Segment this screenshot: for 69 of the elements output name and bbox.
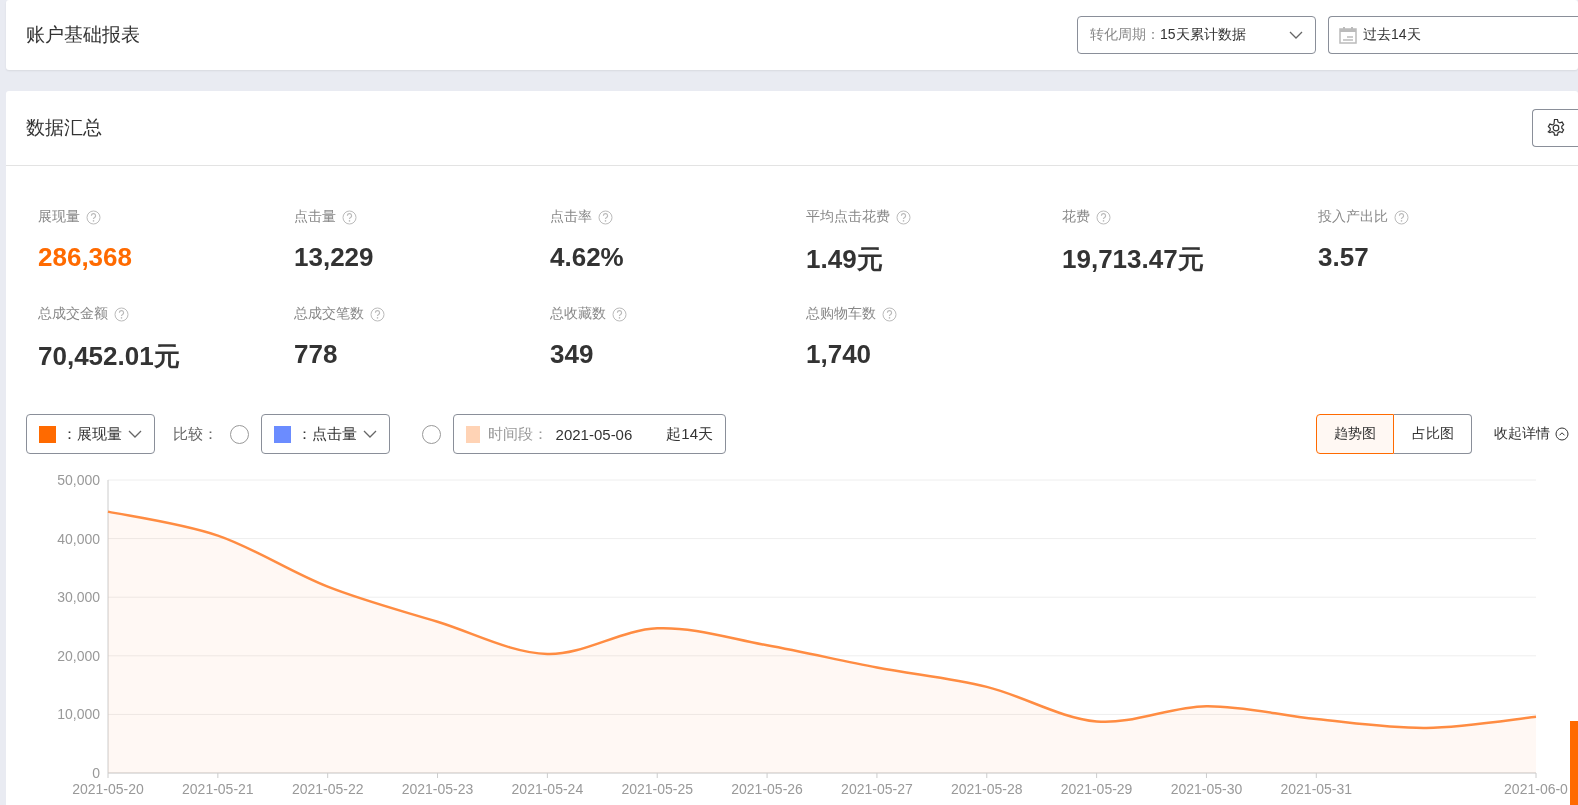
metric-select[interactable]: ：展现量 — [26, 414, 155, 454]
x-axis-label: 2021-05-28 — [950, 781, 1023, 797]
caret-icon — [1289, 31, 1303, 39]
compare-label: 比较： — [173, 424, 218, 444]
metric-label: 总成交笔数 — [294, 305, 364, 323]
help-icon[interactable] — [1394, 209, 1409, 225]
conversion-period-select[interactable]: 转化周期：15天累计数据 — [1077, 16, 1316, 54]
caret-icon — [363, 430, 377, 438]
metric-value[interactable]: 13,229 — [294, 242, 550, 273]
metric-value[interactable]: 1.49元 — [806, 242, 1062, 277]
x-axis-label: 2021-06-0 — [1504, 781, 1568, 797]
help-icon[interactable] — [1096, 209, 1111, 225]
view-tab[interactable]: 占比图 — [1394, 414, 1472, 454]
help-icon[interactable] — [598, 209, 613, 225]
settings-button[interactable] — [1532, 109, 1578, 147]
view-tab[interactable]: 趋势图 — [1316, 414, 1394, 454]
metric-label: 总成交金额 — [38, 305, 108, 323]
y-axis-label: 10,000 — [57, 706, 100, 723]
y-axis-label: 50,000 — [57, 472, 100, 488]
x-axis-label: 2021-05-25 — [621, 781, 694, 797]
x-axis-label: 2021-05-27 — [841, 781, 913, 797]
y-axis-label: 20,000 — [57, 647, 100, 664]
page-title: 账户基础报表 — [26, 23, 140, 47]
metric-value[interactable]: 4.62% — [550, 242, 806, 273]
help-icon[interactable] — [342, 209, 357, 225]
caret-icon — [128, 430, 142, 438]
metric-label: 展现量 — [38, 208, 80, 226]
x-axis-label: 2021-05-24 — [511, 781, 584, 797]
x-axis-label: 2021-05-20 — [72, 781, 144, 797]
y-axis-label: 30,000 — [57, 589, 100, 606]
time-period-field[interactable]: 时间段： 2021-05-06 起14天 — [453, 414, 726, 454]
settings-icon — [1545, 118, 1566, 138]
metric-value[interactable]: 19,713.47元 — [1062, 242, 1318, 277]
metric-label: 花费 — [1062, 208, 1090, 226]
help-icon[interactable] — [896, 209, 911, 225]
metric-label: 投入产出比 — [1318, 208, 1388, 226]
section-title: 数据汇总 — [26, 116, 102, 140]
calendar-icon — [1339, 26, 1357, 44]
metric-value[interactable]: 349 — [550, 339, 806, 370]
metric-label: 平均点击花费 — [806, 208, 890, 226]
x-axis-label: 2021-05-22 — [291, 781, 364, 797]
date-range-field[interactable]: 过去14天 — [1328, 16, 1578, 54]
x-axis-label: 2021-05-29 — [1060, 781, 1133, 797]
metric-value[interactable]: 1,740 — [806, 339, 1062, 370]
collapse-link[interactable]: 收起详情 — [1494, 425, 1569, 443]
side-tab[interactable] — [1570, 721, 1578, 805]
help-icon[interactable] — [612, 306, 627, 322]
period-radio[interactable] — [422, 424, 441, 444]
chevron-up-icon — [1555, 427, 1569, 441]
x-axis-label: 2021-05-31 — [1280, 781, 1353, 797]
metric-label: 点击量 — [294, 208, 336, 226]
compare-radio[interactable] — [230, 424, 249, 444]
x-axis-label: 2021-05-23 — [401, 781, 474, 797]
metric-value[interactable]: 778 — [294, 339, 550, 370]
help-icon[interactable] — [882, 306, 897, 322]
help-icon[interactable] — [370, 306, 385, 322]
metric-label: 总购物车数 — [806, 305, 876, 323]
x-axis-label: 2021-05-21 — [182, 781, 254, 797]
metric-label: 总收藏数 — [550, 305, 606, 323]
help-icon[interactable] — [114, 306, 129, 322]
y-axis-label: 0 — [92, 765, 100, 781]
compare-metric-select[interactable]: ：点击量 — [261, 414, 390, 454]
metric-value[interactable]: 3.57 — [1318, 242, 1574, 273]
x-axis-label: 2021-05-26 — [731, 781, 803, 797]
y-axis-label: 40,000 — [57, 530, 100, 547]
help-icon[interactable] — [86, 209, 101, 225]
metric-label: 点击率 — [550, 208, 592, 226]
x-axis-label: 2021-05-30 — [1170, 781, 1243, 797]
metric-value[interactable]: 70,452.01元 — [38, 339, 294, 374]
